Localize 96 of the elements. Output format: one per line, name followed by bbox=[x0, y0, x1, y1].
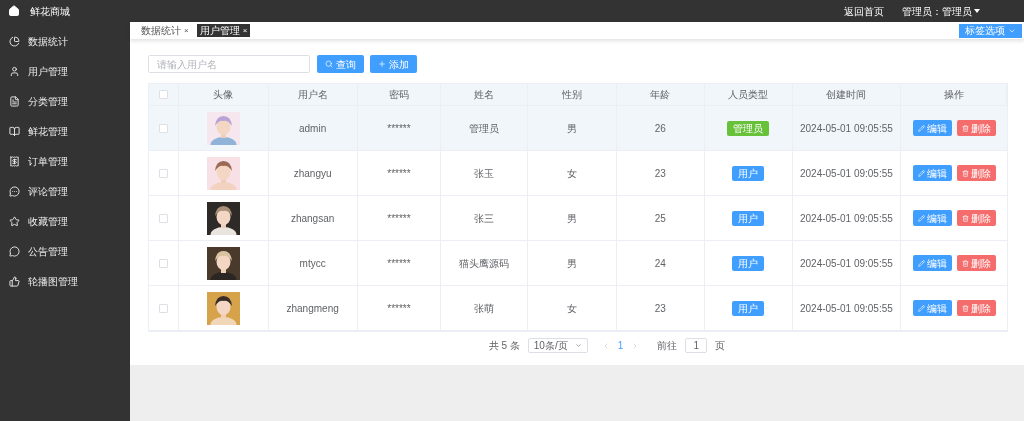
sidebar-item[interactable]: 收藏管理 bbox=[0, 206, 130, 236]
table-cell-text: zhangsan bbox=[290, 211, 335, 226]
role-tag: 用户 bbox=[732, 300, 765, 316]
column-header: 人员类型 bbox=[704, 84, 793, 105]
table-cell-text: 女 bbox=[567, 166, 578, 181]
chat-bubble-icon bbox=[9, 185, 20, 197]
sidebar-item[interactable]: 公告管理 bbox=[0, 236, 130, 266]
book-icon bbox=[9, 125, 20, 137]
plus-icon bbox=[378, 60, 386, 68]
table-cell-text: ****** bbox=[387, 301, 411, 316]
row-checkbox[interactable] bbox=[158, 123, 168, 133]
thumbs-up-icon bbox=[9, 275, 20, 287]
table-cell-text: zhangyu bbox=[293, 166, 332, 181]
table-cell-text: 女 bbox=[567, 301, 578, 316]
pencil-icon bbox=[917, 214, 925, 222]
role-tag: 管理员 bbox=[727, 120, 770, 136]
table-cell-text: 管理员 bbox=[469, 121, 500, 136]
column-header: 创建时间 bbox=[792, 84, 902, 105]
table-cell-text: ****** bbox=[387, 166, 411, 181]
caret-icon bbox=[974, 9, 980, 13]
table-cell-text: zhangmeng bbox=[286, 301, 339, 316]
table-cell-text: 2024-05-01 09:05:55 bbox=[799, 211, 893, 226]
total-count: 共 5 条 bbox=[488, 339, 520, 353]
trash-icon bbox=[961, 169, 969, 177]
app-title: 鲜花商城 bbox=[30, 4, 70, 19]
table-cell-text: 2024-05-01 09:05:55 bbox=[799, 256, 893, 271]
goto-unit: 页 bbox=[715, 339, 726, 353]
table-cell-text: 张玉 bbox=[474, 166, 495, 181]
trash-icon bbox=[961, 259, 969, 267]
table-cell-text: 张萌 bbox=[474, 301, 495, 316]
sidebar-item[interactable]: 数据统计 bbox=[0, 26, 130, 56]
star-icon bbox=[9, 215, 20, 227]
column-header: 头像 bbox=[178, 84, 269, 105]
pencil-icon bbox=[917, 124, 925, 132]
table-cell-text: 23 bbox=[654, 166, 666, 181]
row-checkbox[interactable] bbox=[158, 303, 168, 313]
column-header: 姓名 bbox=[441, 84, 529, 105]
table-cell-text: 23 bbox=[654, 301, 666, 316]
table-cell-text: ****** bbox=[387, 121, 411, 136]
column-header: 密码 bbox=[357, 84, 442, 105]
chevron-icon bbox=[1008, 27, 1016, 35]
page-size-select[interactable]: 10条/页 bbox=[527, 338, 588, 353]
pencil-icon bbox=[917, 259, 925, 267]
trash-icon bbox=[961, 214, 969, 222]
pencil-icon bbox=[917, 169, 925, 177]
speech-bubble-icon bbox=[9, 245, 20, 257]
sidebar-item[interactable]: 鲜花管理 bbox=[0, 116, 130, 146]
table-cell-text: 25 bbox=[654, 211, 666, 226]
column-header: 操作 bbox=[901, 84, 1008, 105]
table-cell-text: ****** bbox=[387, 256, 411, 271]
sidebar-item[interactable]: 订单管理 bbox=[0, 146, 130, 176]
close-icon[interactable]: × bbox=[184, 24, 189, 37]
trash-icon bbox=[961, 304, 969, 312]
sidebar-item[interactable]: 轮播图管理 bbox=[0, 266, 130, 296]
home-link[interactable]: 返回首页 bbox=[844, 3, 884, 19]
table-cell-text: 张三 bbox=[474, 211, 495, 226]
column-header: 性别 bbox=[528, 84, 617, 105]
table-cell-text: 男 bbox=[567, 256, 578, 271]
table-cell-text: ****** bbox=[387, 211, 411, 226]
tab[interactable]: 用户管理 × bbox=[196, 24, 251, 37]
user-icon bbox=[9, 65, 20, 77]
goto-page-field[interactable]: 1 bbox=[685, 338, 708, 353]
pie-chart-icon bbox=[9, 35, 20, 47]
row-checkbox[interactable] bbox=[158, 258, 168, 268]
home-icon[interactable] bbox=[8, 5, 20, 17]
select-all-checkbox[interactable] bbox=[158, 90, 168, 99]
table-cell-text: 男 bbox=[567, 121, 578, 136]
table-cell-text: 猫头鹰源码 bbox=[459, 256, 510, 271]
sidebar-item[interactable]: 用户管理 bbox=[0, 56, 130, 86]
sidebar-item[interactable]: 分类管理 bbox=[0, 86, 130, 116]
receipt-icon bbox=[9, 155, 20, 167]
sidebar-item[interactable]: 评论管理 bbox=[0, 176, 130, 206]
trash-icon bbox=[961, 124, 969, 132]
column-header: 用户名 bbox=[268, 84, 358, 105]
table-cell-text: mtycc bbox=[299, 256, 326, 271]
role-tag: 用户 bbox=[732, 165, 765, 181]
chevron-icon bbox=[574, 342, 582, 349]
search-field[interactable]: 请输入用户名 bbox=[148, 55, 310, 73]
row-checkbox[interactable] bbox=[158, 213, 168, 223]
document-icon bbox=[9, 95, 20, 107]
close-icon[interactable]: × bbox=[242, 24, 248, 37]
goto-label: 前往 bbox=[657, 339, 678, 353]
user-menu[interactable]: 管理员：管理员 bbox=[902, 3, 980, 19]
search-icon bbox=[325, 60, 333, 68]
table-cell-text: 2024-05-01 09:05:55 bbox=[799, 166, 893, 181]
role-tag: 用户 bbox=[732, 255, 765, 271]
role-tag: 用户 bbox=[732, 210, 765, 226]
table-cell-text: admin bbox=[299, 121, 327, 136]
table-cell-text: 24 bbox=[654, 256, 666, 271]
table-cell-text: 26 bbox=[654, 121, 666, 136]
column-header: 年龄 bbox=[616, 84, 705, 105]
row-checkbox[interactable] bbox=[158, 168, 168, 178]
pencil-icon bbox=[917, 304, 925, 312]
table-cell-text: 2024-05-01 09:05:55 bbox=[799, 121, 893, 136]
table-cell-text: 2024-05-01 09:05:55 bbox=[799, 301, 893, 316]
table-cell-text: 男 bbox=[567, 211, 578, 226]
